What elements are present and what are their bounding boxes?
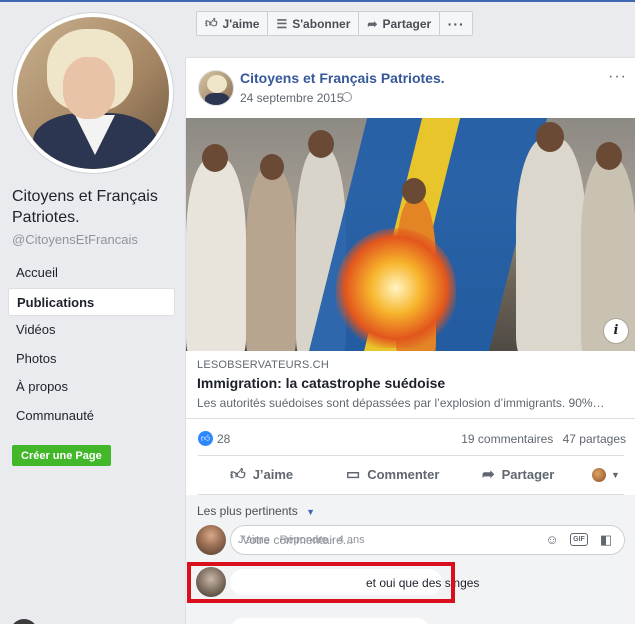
comment-meta: J’aime Répondre 4 ans (238, 534, 365, 546)
info-icon[interactable]: i (604, 319, 628, 343)
comment-sort-dropdown[interactable]: Les plus pertinents ▼ (197, 504, 315, 518)
nav-item-communaute[interactable]: Communauté (8, 402, 175, 431)
like-count[interactable]: 28 (217, 432, 230, 446)
share-count[interactable]: 47 partages (563, 432, 626, 446)
page-like-button[interactable]: 👍︎ J'aime (196, 11, 269, 36)
nav-item-a-propos[interactable]: À propos (8, 373, 175, 402)
subscribe-label: S'abonner (292, 16, 351, 31)
comment-reply-link[interactable]: Répondre (273, 534, 328, 546)
post-author-avatar[interactable] (198, 70, 234, 106)
post-date[interactable]: 24 septembre 2015 (240, 91, 343, 105)
page-profile-picture[interactable] (12, 12, 174, 174)
subscribe-button[interactable]: ☰ S'abonner (267, 11, 360, 36)
current-user-avatar[interactable] (196, 525, 226, 555)
post-share-button[interactable]: ➦ Partager (482, 456, 554, 494)
globe-icon (342, 92, 352, 102)
post-comment-button[interactable]: ▭ Commenter (346, 456, 439, 494)
link-preview[interactable]: LESOBSERVATEURS.CH Immigration: la catas… (186, 351, 635, 419)
link-title: Immigration: la catastrophe suédoise (197, 375, 446, 391)
nav-item-videos[interactable]: Vidéos (8, 316, 175, 345)
sticker-icon[interactable]: ◧ (598, 532, 614, 548)
page-name[interactable]: Citoyens et Français Patriotes. (12, 186, 182, 228)
comments-section: Les plus pertinents ▼ Votre commentaire.… (186, 495, 635, 624)
page-action-bar: 👍︎ J'aime ☰ S'abonner ➦ Partager ··· (196, 11, 474, 37)
link-description: Les autorités suédoises sont dépassées p… (197, 396, 605, 410)
nav-item-publications[interactable]: Publications (8, 287, 175, 317)
caret-down-icon: ▼ (306, 507, 315, 517)
page-nav: Accueil Publications Vidéos Photos À pro… (8, 259, 175, 431)
share-arrow-icon: ➦ (367, 16, 378, 31)
post-stats: 👍︎ 28 19 commentaires 47 partages (198, 430, 626, 450)
link-preview-image[interactable]: i (186, 118, 635, 351)
comment-count[interactable]: 19 commentaires (461, 432, 553, 446)
gif-icon[interactable]: GIF (570, 533, 588, 546)
post-share-label: Partager (501, 467, 555, 482)
comment-bubble-icon: ▭ (346, 466, 361, 483)
page-sidebar: Citoyens et Français Patriotes. @Citoyen… (0, 2, 185, 624)
user-avatar-icon (592, 468, 606, 482)
post-actions: 👍︎ J’aime ▭ Commenter ➦ Partager ▼ (198, 455, 624, 495)
comment-sort-label: Les plus pertinents (197, 504, 298, 518)
page-more-button[interactable]: ··· (439, 11, 474, 36)
post-comment-label: Commenter (367, 467, 440, 482)
next-comment-bubble (230, 618, 430, 624)
post-stats-right: 19 commentaires 47 partages (461, 432, 626, 446)
like-reaction-icon: 👍︎ (198, 431, 213, 446)
page-share-button[interactable]: ➦ Partager (358, 11, 441, 36)
post-like-button[interactable]: 👍︎ J’aime (230, 456, 293, 494)
post-options-button[interactable]: ··· (608, 68, 627, 86)
page-share-label: Partager (382, 16, 432, 31)
profile-photo (17, 17, 169, 169)
link-domain: LESOBSERVATEURS.CH (197, 359, 329, 371)
post-like-label: J’aime (252, 467, 294, 482)
emoji-icon[interactable]: ☺ (544, 532, 560, 548)
highlight-annotation-box (187, 562, 455, 603)
post-card: Citoyens et Français Patriotes. 24 septe… (185, 57, 635, 624)
audience-selector[interactable]: ▼ (592, 456, 620, 494)
comment-timestamp[interactable]: 4 ans (331, 534, 365, 546)
post-author-name[interactable]: Citoyens et Français Patriotes. (240, 70, 445, 86)
page-handle[interactable]: @CitoyensEtFrancais (12, 232, 138, 247)
comment-input-icons: ☺ GIF ◧ (544, 532, 614, 548)
page-like-label: J'aime (222, 16, 260, 31)
create-page-button[interactable]: Créer une Page (12, 445, 111, 466)
nav-item-accueil[interactable]: Accueil (8, 259, 175, 288)
more-dots-icon: ··· (447, 15, 465, 32)
share-arrow-icon: ➦ (482, 466, 495, 483)
rss-icon: ☰ (276, 16, 288, 31)
thumbs-up-icon: 👍︎ (230, 466, 246, 483)
nav-item-photos[interactable]: Photos (8, 345, 175, 374)
comment-like-link[interactable]: J’aime (238, 534, 270, 546)
thumbs-up-icon: 👍︎ (205, 16, 218, 30)
caret-down-icon: ▼ (611, 470, 620, 480)
